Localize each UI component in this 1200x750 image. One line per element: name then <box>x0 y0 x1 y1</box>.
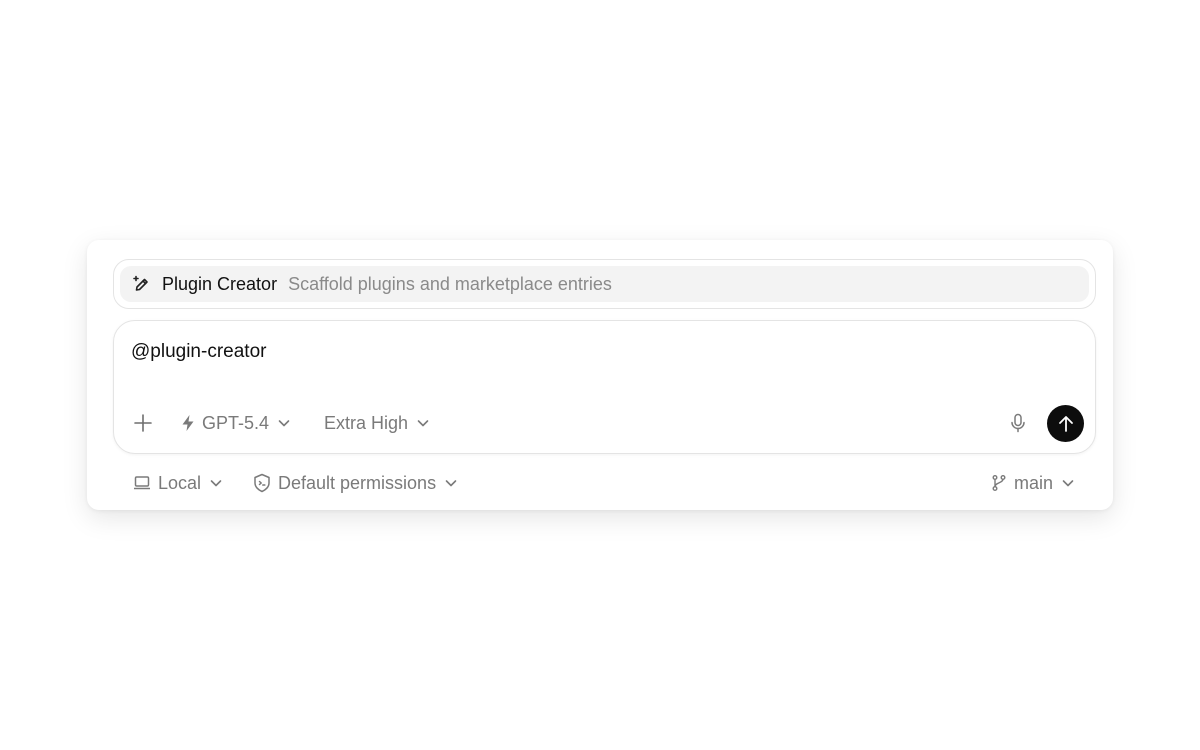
arrow-up-icon <box>1058 415 1073 432</box>
composer-toolbar: GPT-5.4 Extra High <box>114 404 1095 442</box>
suggestion-item-plugin-creator[interactable]: Plugin Creator Scaffold plugins and mark… <box>120 266 1089 302</box>
microphone-icon <box>1011 413 1025 433</box>
chevron-down-icon <box>416 416 430 430</box>
model-selector[interactable]: GPT-5.4 <box>180 413 291 434</box>
branch-selector[interactable]: main <box>991 473 1075 494</box>
voice-input-button[interactable] <box>1006 411 1030 435</box>
suggestion-description: Scaffold plugins and marketplace entries <box>288 273 612 294</box>
message-composer: @plugin-creator GPT-5.4 Extra High <box>113 320 1096 454</box>
permissions-label: Default permissions <box>278 472 437 493</box>
environment-selector[interactable]: Local <box>133 473 223 494</box>
branch-label: main <box>1014 472 1054 493</box>
laptop-icon <box>133 475 151 491</box>
chevron-down-icon <box>277 416 291 430</box>
model-label: GPT-5.4 <box>202 412 270 433</box>
magic-pen-icon <box>132 274 152 294</box>
effort-label: Extra High <box>324 412 409 433</box>
shield-icon <box>253 473 271 493</box>
send-button[interactable] <box>1047 405 1084 442</box>
add-attachment-button[interactable] <box>130 410 156 436</box>
bolt-icon <box>180 414 196 432</box>
chevron-down-icon <box>444 476 458 490</box>
message-input[interactable]: @plugin-creator <box>131 341 266 363</box>
composer-card: Plugin Creator Scaffold plugins and mark… <box>87 240 1113 510</box>
environment-label: Local <box>158 472 202 493</box>
git-branch-icon <box>991 474 1007 492</box>
chevron-down-icon <box>209 476 223 490</box>
reasoning-effort-selector[interactable]: Extra High <box>324 413 430 434</box>
permissions-selector[interactable]: Default permissions <box>253 473 458 494</box>
suggestion-name: Plugin Creator <box>162 273 278 294</box>
chevron-down-icon <box>1061 476 1075 490</box>
page: Plugin Creator Scaffold plugins and mark… <box>0 0 1200 750</box>
composer-footer: Local Default permissions main <box>87 468 1113 498</box>
suggestion-popover: Plugin Creator Scaffold plugins and mark… <box>113 259 1096 309</box>
plus-icon <box>134 414 152 432</box>
